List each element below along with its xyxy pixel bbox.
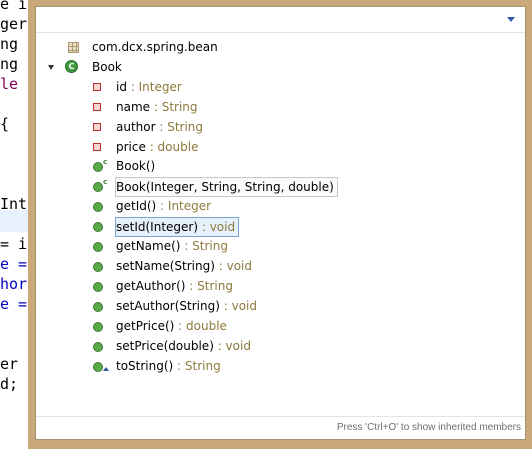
field-type: : String [155, 120, 204, 134]
method-label: getName() : String [116, 237, 228, 255]
status-bar: Press 'Ctrl+O' to show inherited members [36, 416, 525, 439]
method-row[interactable]: c Book() [36, 157, 525, 177]
public-method-icon [93, 182, 103, 192]
code-line: d; [0, 375, 19, 393]
public-method-icon [93, 302, 103, 312]
method-type: : void [198, 220, 236, 234]
method-label: getAuthor() : String [116, 277, 233, 295]
method-label: setPrice(double) : void [116, 337, 251, 355]
method-row[interactable]: toString() : String [36, 357, 525, 377]
private-field-icon [93, 103, 101, 111]
code-line: ger [0, 15, 28, 33]
quick-outline-popup: com.dcx.spring.bean C Book id : Integer n… [35, 6, 526, 440]
method-type: : void [219, 299, 257, 313]
method-name: Book() [116, 159, 156, 173]
view-menu-chevron-down-icon[interactable] [507, 17, 515, 22]
method-row[interactable]: setId(Integer) : void [36, 217, 525, 237]
class-label: Book [92, 60, 122, 74]
field-type: : double [145, 140, 199, 154]
private-field-icon [93, 123, 101, 131]
code-line: e = [0, 255, 28, 273]
field-type: : String [150, 100, 198, 114]
public-method-icon [93, 162, 103, 172]
private-field-icon [93, 83, 101, 91]
method-name: getPrice() [116, 319, 175, 333]
code-line: e = [0, 295, 28, 313]
method-row[interactable]: getId() : Integer [36, 197, 525, 217]
method-row[interactable]: c Book(Integer, String, String, double) [36, 177, 525, 197]
method-label: setId(Integer) : void [115, 217, 240, 237]
method-label: getId() : Integer [116, 197, 211, 215]
filter-bar [36, 7, 525, 33]
field-label: author : String [116, 118, 203, 136]
method-name: getAuthor() [116, 279, 186, 293]
constructor-marker-icon: c [103, 158, 108, 166]
public-method-icon [93, 242, 103, 252]
method-name: getId() [116, 199, 157, 213]
method-label: setName(String) : void [116, 257, 252, 275]
field-row[interactable]: name : String [36, 97, 525, 117]
method-type: : Integer [156, 199, 212, 213]
method-type: : String [180, 239, 228, 253]
field-name: price [116, 140, 146, 154]
method-type: : String [173, 359, 221, 373]
method-row[interactable]: setName(String) : void [36, 257, 525, 277]
status-hint: Press 'Ctrl+O' to show inherited members [336, 422, 521, 433]
class-row[interactable]: C Book [36, 57, 525, 77]
collapse-triangle-icon[interactable] [48, 65, 54, 70]
class-icon: C [65, 60, 78, 73]
override-marker-icon [103, 367, 109, 371]
field-name: name [116, 100, 151, 114]
public-method-icon [93, 342, 103, 352]
code-line: hor [0, 275, 28, 293]
method-row[interactable]: setPrice(double) : void [36, 337, 525, 357]
field-label: id : Integer [116, 78, 182, 96]
method-row[interactable]: getName() : String [36, 237, 525, 257]
method-name: setId(Integer) [116, 220, 199, 234]
method-type: : void [213, 339, 251, 353]
method-name: setAuthor(String) [116, 299, 220, 313]
field-name: id [116, 80, 127, 94]
method-label: Book() [116, 157, 155, 175]
method-row[interactable]: getAuthor() : String [36, 277, 525, 297]
method-name: getName() [116, 239, 181, 253]
method-name: toString() [116, 359, 174, 373]
field-label: price : double [116, 138, 198, 156]
method-type: : double [174, 319, 227, 333]
field-row[interactable]: id : Integer [36, 77, 525, 97]
public-method-icon [93, 322, 103, 332]
field-row[interactable]: price : double [36, 137, 525, 157]
private-field-icon [93, 143, 101, 151]
method-label: toString() : String [116, 357, 221, 375]
method-label: getPrice() : double [116, 317, 227, 335]
public-method-icon [93, 202, 103, 212]
method-label: setAuthor(String) : void [116, 297, 257, 315]
method-label: Book(Integer, String, String, double) [115, 177, 338, 197]
public-method-icon [93, 362, 103, 372]
method-name: setName(String) [116, 259, 215, 273]
code-line: e i [0, 0, 28, 13]
package-label: com.dcx.spring.bean [92, 40, 218, 54]
code-line: { [0, 115, 10, 133]
method-row[interactable]: setAuthor(String) : void [36, 297, 525, 317]
field-label: name : String [116, 98, 198, 116]
field-row[interactable]: author : String [36, 117, 525, 137]
method-name: setPrice(double) [116, 339, 214, 353]
method-type: : String [185, 279, 233, 293]
package-icon [68, 42, 79, 53]
method-type: : void [214, 259, 252, 273]
method-name: Book(Integer, String, String, double) [116, 180, 334, 194]
field-name: author [116, 120, 156, 134]
public-method-icon [93, 222, 103, 232]
public-method-icon [93, 282, 103, 292]
field-type: : Integer [126, 80, 182, 94]
filter-input[interactable] [40, 10, 484, 30]
public-method-icon [93, 262, 103, 272]
method-row[interactable]: getPrice() : double [36, 317, 525, 337]
constructor-marker-icon: c [103, 178, 108, 186]
package-row[interactable]: com.dcx.spring.bean [36, 37, 525, 57]
